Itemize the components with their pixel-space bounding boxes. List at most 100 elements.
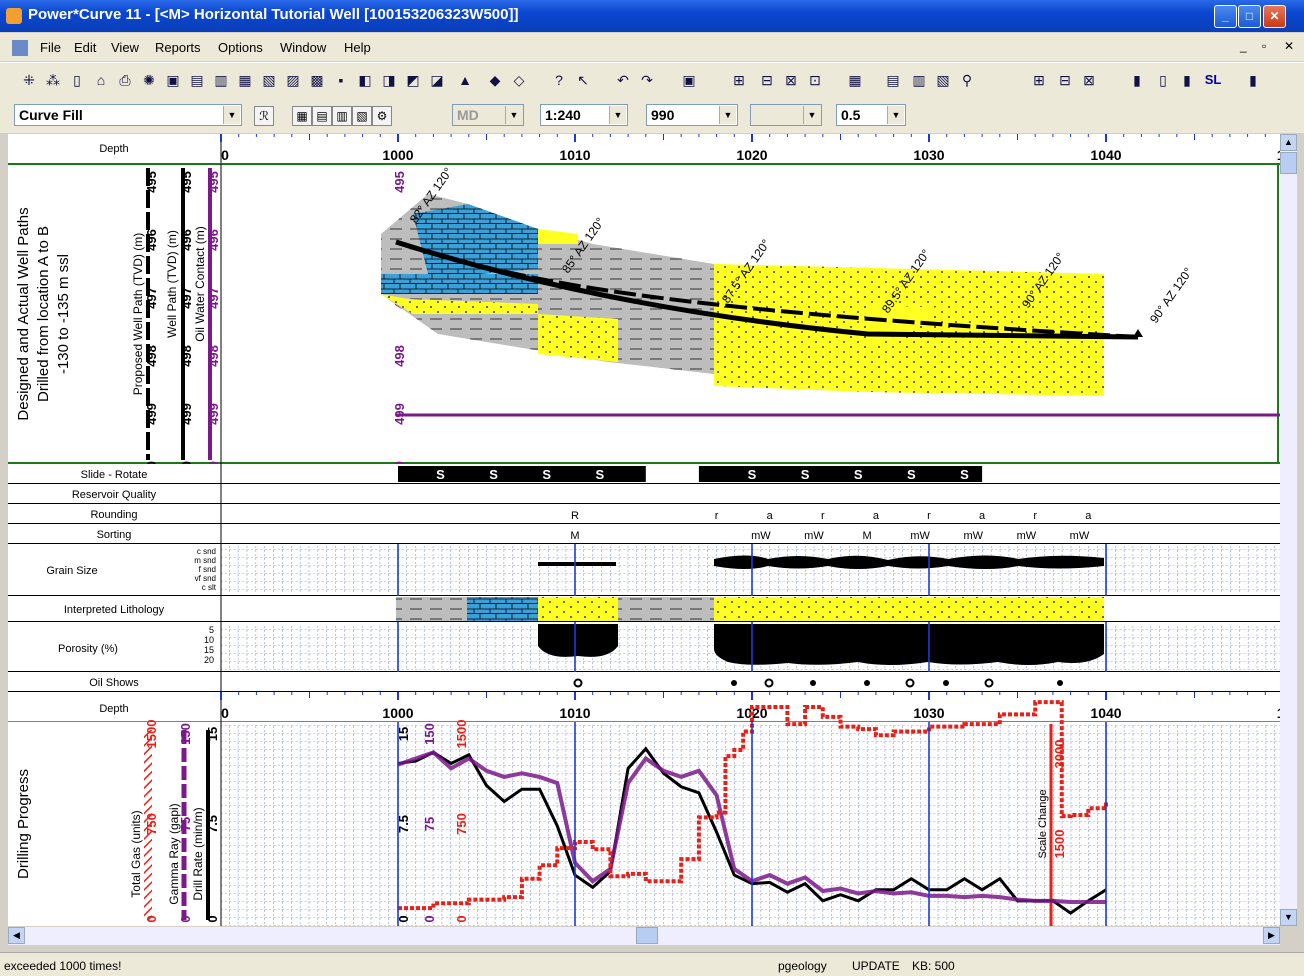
- depth-ref-select[interactable]: MD ▼: [452, 104, 524, 126]
- tool-icon[interactable]: ◆: [486, 71, 504, 89]
- tool-icon[interactable]: ▧: [260, 71, 278, 89]
- sorting-value: M: [862, 530, 871, 542]
- blank-select[interactable]: ▼: [750, 104, 822, 126]
- depth-select[interactable]: 990 ▼: [646, 104, 738, 126]
- tvd-label: 499: [179, 403, 194, 425]
- tool-icon[interactable]: ▦: [236, 71, 254, 89]
- open-folder-icon[interactable]: ⌂: [92, 71, 110, 89]
- tool-icon[interactable]: ▮: [1244, 71, 1262, 89]
- redo-icon[interactable]: ↷: [638, 71, 656, 89]
- menu-window[interactable]: Window: [280, 40, 326, 55]
- close-button[interactable]: ✕: [1263, 5, 1286, 28]
- scroll-left-icon[interactable]: ◀: [8, 927, 25, 944]
- value-select[interactable]: 0.5 ▼: [836, 104, 906, 126]
- depth-tick-label: 1010: [559, 705, 590, 721]
- tool-icon[interactable]: ⁂: [44, 71, 62, 89]
- context-help-icon[interactable]: ↖: [574, 71, 592, 89]
- scroll-right-icon[interactable]: ▶: [1263, 927, 1280, 944]
- window-icon[interactable]: ▣: [680, 71, 698, 89]
- tool-icon[interactable]: ▥: [212, 71, 230, 89]
- menu-reports[interactable]: Reports: [155, 40, 201, 55]
- tool-icon[interactable]: ▥: [910, 71, 928, 89]
- tool-icon[interactable]: ▧: [934, 71, 952, 89]
- tool-icon[interactable]: ◩: [404, 71, 422, 89]
- grip-icon[interactable]: ⁜: [20, 71, 38, 89]
- tool-icon[interactable]: ▦: [292, 106, 312, 126]
- vertical-scrollbar[interactable]: ▲ ▼: [1280, 134, 1297, 926]
- tool-icon[interactable]: ▮: [1178, 71, 1196, 89]
- tool-icon[interactable]: ⊟: [758, 71, 776, 89]
- new-file-icon[interactable]: ▯: [68, 71, 86, 89]
- tool-icon[interactable]: ▮: [1128, 71, 1146, 89]
- tool-icon[interactable]: ⊠: [782, 71, 800, 89]
- tool-icon[interactable]: ▧: [352, 106, 372, 126]
- scroll-down-icon[interactable]: ▼: [1280, 909, 1297, 926]
- menu-edit[interactable]: Edit: [74, 40, 96, 55]
- tool-icon[interactable]: ▲: [456, 71, 474, 89]
- tool-icon[interactable]: ▤: [312, 106, 332, 126]
- scale-select[interactable]: 1:240 ▼: [540, 104, 628, 126]
- tool-icon[interactable]: ◪: [428, 71, 446, 89]
- tool-icon[interactable]: ▯: [1154, 71, 1172, 89]
- status-message: exceeded 1000 times!: [4, 959, 122, 973]
- tool-icon[interactable]: ◇: [510, 71, 528, 89]
- print-icon[interactable]: ⎙: [116, 71, 134, 89]
- status-user: pgeology: [778, 959, 827, 973]
- mode-select[interactable]: Curve Fill ▼: [14, 104, 242, 126]
- menu-bar: File Edit View Reports Options Window He…: [0, 33, 1304, 61]
- chevron-down-icon[interactable]: ▼: [223, 106, 240, 124]
- menu-file[interactable]: File: [40, 40, 61, 55]
- tool-icon[interactable]: ⚙: [372, 106, 392, 126]
- drill-rate-scale-label: 7.5: [205, 815, 220, 833]
- scroll-up-icon[interactable]: ▲: [1280, 134, 1297, 151]
- tool-icon[interactable]: ▣: [164, 71, 182, 89]
- tool-icon[interactable]: ⊡: [806, 71, 824, 89]
- tool-icon[interactable]: ▩: [308, 71, 326, 89]
- minimize-button[interactable]: _: [1214, 5, 1237, 28]
- tool-icon[interactable]: ⊞: [730, 71, 748, 89]
- undo-icon[interactable]: ↶: [614, 71, 632, 89]
- tool-icon[interactable]: ℛ: [254, 106, 274, 126]
- chevron-down-icon[interactable]: ▼: [609, 106, 626, 124]
- tool-icon[interactable]: ▤: [884, 71, 902, 89]
- rounding-label: Rounding: [90, 509, 137, 521]
- tool-icon[interactable]: ✺: [140, 71, 158, 89]
- mdi-restore-icon[interactable]: ▫: [1262, 39, 1266, 53]
- mdi-minimize-icon[interactable]: _: [1240, 39, 1247, 53]
- mdi-close-icon[interactable]: ✕: [1284, 39, 1294, 53]
- slide-mark: S: [542, 467, 551, 482]
- chevron-down-icon[interactable]: ▼: [887, 106, 904, 124]
- rounding-value: a: [979, 510, 986, 522]
- tool-icon[interactable]: ▥: [332, 106, 352, 126]
- app-icon[interactable]: [6, 8, 22, 24]
- tool-icon[interactable]: ▨: [284, 71, 302, 89]
- tool-icon[interactable]: ▦: [846, 71, 864, 89]
- tool-icon[interactable]: ▪: [332, 71, 350, 89]
- chevron-down-icon[interactable]: ▼: [719, 106, 736, 124]
- scroll-thumb[interactable]: [1280, 152, 1297, 174]
- help-icon[interactable]: ?: [550, 71, 568, 89]
- log-canvas[interactable]: Depth 0100010101020103010401( Designed a…: [8, 134, 1280, 926]
- drill-rate-scale-label: 15: [205, 727, 220, 741]
- chevron-down-icon[interactable]: ▼: [803, 106, 820, 124]
- tool-icon[interactable]: ⊞: [1030, 71, 1048, 89]
- slide-mark: S: [907, 467, 916, 482]
- scroll-thumb[interactable]: [636, 927, 658, 944]
- tvd-label: 498: [144, 345, 159, 367]
- tool-icon[interactable]: ▤: [188, 71, 206, 89]
- menu-options[interactable]: Options: [218, 40, 263, 55]
- sorting-value: mW: [751, 530, 771, 542]
- horizontal-scrollbar[interactable]: ◀ ▶: [8, 927, 1280, 945]
- document-icon[interactable]: [12, 40, 28, 56]
- tool-icon[interactable]: ⚲: [958, 71, 976, 89]
- menu-help[interactable]: Help: [344, 40, 371, 55]
- chevron-down-icon[interactable]: ▼: [505, 106, 522, 124]
- tool-icon[interactable]: ◧: [356, 71, 374, 89]
- slide-mark: S: [595, 467, 604, 482]
- maximize-button[interactable]: □: [1238, 5, 1261, 28]
- tool-icon[interactable]: ⊠: [1080, 71, 1098, 89]
- tool-icon[interactable]: ⊟: [1056, 71, 1074, 89]
- tool-icon[interactable]: ◨: [380, 71, 398, 89]
- sl-icon[interactable]: SL: [1204, 71, 1222, 89]
- menu-view[interactable]: View: [111, 40, 139, 55]
